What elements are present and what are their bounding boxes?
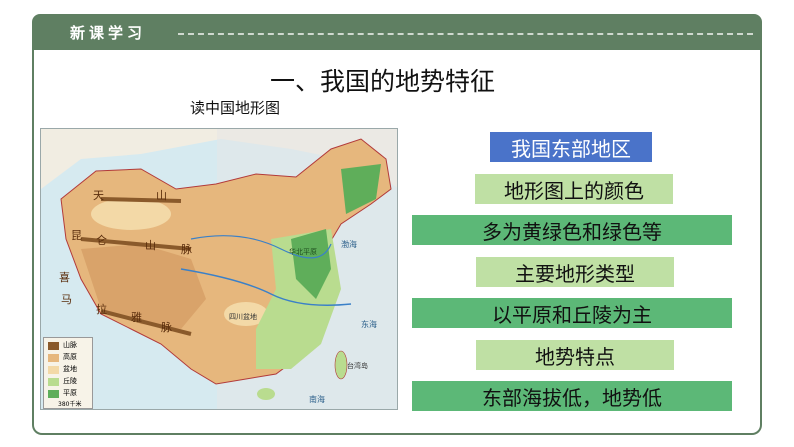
map-label: 华北平原 bbox=[289, 248, 317, 256]
map-label: 四川盆地 bbox=[229, 313, 257, 321]
pill-eastern-region: 我国东部地区 bbox=[490, 132, 652, 162]
legend-label: 平原 bbox=[63, 389, 77, 397]
pill-map-color: 地形图上的颜色 bbox=[475, 174, 673, 204]
map-label: 仑 bbox=[96, 234, 107, 247]
pill-color-answer: 多为黄绿色和绿色等 bbox=[412, 215, 732, 245]
map-label: 拉 bbox=[96, 303, 107, 316]
legend-swatch bbox=[48, 378, 59, 386]
map-label: 渤海 bbox=[341, 240, 357, 249]
pill-terrain-feature: 地势特点 bbox=[476, 340, 674, 370]
map-caption: 读中国地形图 bbox=[190, 99, 281, 117]
map-label: 山 bbox=[156, 189, 167, 202]
map-label: 马 bbox=[61, 293, 72, 306]
map-label: 南海 bbox=[309, 395, 325, 404]
map-label: 脉 bbox=[181, 243, 192, 256]
map-label: 山 bbox=[145, 239, 156, 252]
china-terrain-map: 天 山 昆 仑 山 脉 喜 马 拉 雅 脉 四川盆地 华北平原 渤海 东海 南海… bbox=[40, 128, 398, 410]
map-label: 天 bbox=[93, 189, 104, 202]
header-divider bbox=[178, 33, 753, 35]
page-title: 一、我国的地势特征 bbox=[270, 67, 496, 96]
map-label: 雅 bbox=[131, 311, 142, 324]
legend-label: 山脉 bbox=[63, 341, 77, 349]
section-title: 新课学习 bbox=[70, 24, 147, 42]
map-scale: 380千米 bbox=[58, 401, 82, 408]
legend-label: 高原 bbox=[63, 353, 77, 361]
pill-landform-type: 主要地形类型 bbox=[476, 257, 674, 287]
legend-swatch bbox=[48, 354, 59, 362]
map-label: 台湾岛 bbox=[347, 362, 368, 370]
legend-swatch bbox=[48, 366, 59, 374]
legend-swatch bbox=[48, 342, 59, 350]
pill-terrain-answer: 东部海拔低，地势低 bbox=[412, 381, 732, 411]
map-label: 喜 bbox=[59, 271, 70, 284]
map-legend: 山脉 高原 盆地 丘陵 平原 380千米 bbox=[43, 337, 93, 409]
map-label: 东海 bbox=[361, 320, 377, 329]
legend-swatch bbox=[48, 390, 59, 398]
pill-landform-answer: 以平原和丘陵为主 bbox=[412, 298, 732, 328]
map-label: 昆 bbox=[71, 229, 82, 242]
legend-label: 盆地 bbox=[63, 365, 77, 373]
legend-label: 丘陵 bbox=[63, 377, 77, 385]
terrain-map-svg bbox=[41, 129, 397, 409]
map-label: 脉 bbox=[161, 321, 172, 334]
